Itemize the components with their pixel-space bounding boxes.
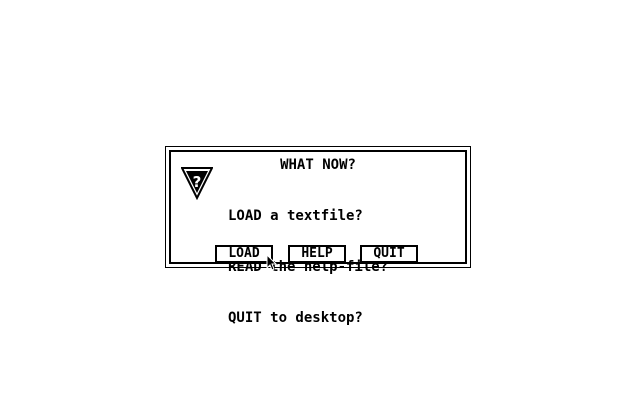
svg-text:?: ? bbox=[193, 173, 202, 191]
load-button[interactable]: LOAD bbox=[215, 245, 273, 263]
message-line-quit: QUIT to desktop? bbox=[228, 310, 363, 326]
message-line-load: LOAD a textfile? bbox=[228, 208, 363, 224]
dialog-message: LOAD a textfile? READ the help-file? QUI… bbox=[228, 174, 388, 361]
alert-dialog-frame: ? WHAT NOW? LOAD a textfile? READ the he… bbox=[169, 150, 467, 326]
dialog-title: WHAT NOW? bbox=[280, 157, 356, 173]
help-button[interactable]: HELP bbox=[288, 245, 346, 263]
quit-button[interactable]: QUIT bbox=[360, 245, 418, 263]
desktop-screen: ? WHAT NOW? LOAD a textfile? READ the he… bbox=[0, 0, 640, 400]
alert-dialog: ? WHAT NOW? LOAD a textfile? READ the he… bbox=[165, 146, 471, 326]
dialog-button-row: LOAD HELP QUIT bbox=[171, 245, 465, 265]
arrow-pointer-icon bbox=[266, 254, 278, 271]
